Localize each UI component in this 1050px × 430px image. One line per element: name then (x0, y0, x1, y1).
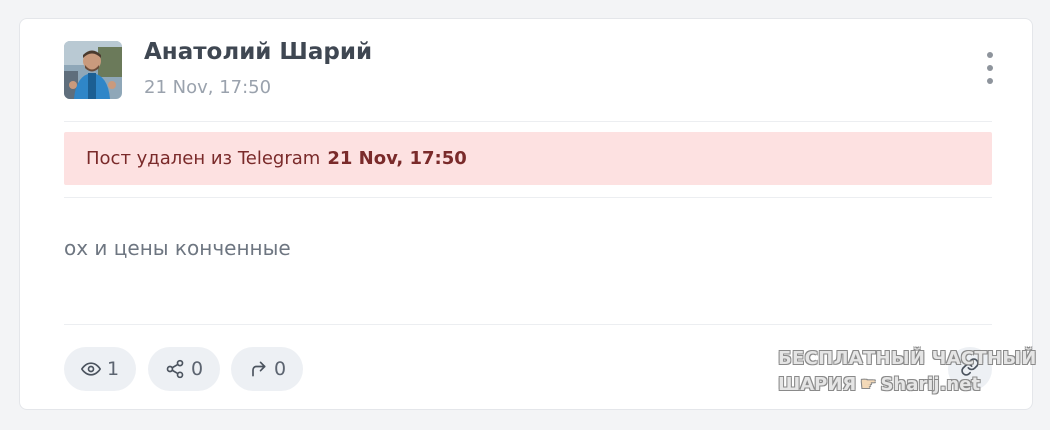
more-options-icon[interactable] (982, 52, 998, 84)
shares-counter[interactable]: 0 (148, 347, 220, 391)
author-name[interactable]: Анатолий Шарий (144, 39, 372, 65)
forward-arrow-icon (248, 359, 268, 379)
banner-divider (64, 197, 992, 198)
post-card: Анатолий Шарий 21 Nov, 17:50 Пост удален… (19, 18, 1033, 410)
views-count: 1 (106, 358, 120, 380)
author-avatar[interactable] (64, 41, 122, 99)
footer-divider (64, 324, 992, 325)
post-text: ох и цены конченные (64, 236, 291, 260)
eye-icon (80, 359, 101, 379)
post-card-inner: Анатолий Шарий 21 Nov, 17:50 Пост удален… (64, 19, 993, 409)
menu-dot (987, 78, 993, 84)
header-divider (64, 121, 992, 122)
share-icon (165, 359, 185, 379)
link-icon (960, 357, 980, 381)
deleted-notice-time: 21 Nov, 17:50 (327, 148, 467, 169)
deleted-notice-banner: Пост удален из Telegram 21 Nov, 17:50 (64, 132, 992, 185)
menu-dot (987, 52, 993, 58)
copy-link-button[interactable] (948, 347, 992, 391)
menu-dot (987, 65, 993, 71)
forwards-count: 0 (273, 358, 287, 380)
deleted-notice-text: Пост удален из Telegram (86, 148, 321, 169)
views-counter[interactable]: 1 (64, 347, 136, 391)
post-timestamp[interactable]: 21 Nov, 17:50 (144, 77, 271, 98)
forwards-counter[interactable]: 0 (231, 347, 303, 391)
shares-count: 0 (190, 358, 204, 380)
